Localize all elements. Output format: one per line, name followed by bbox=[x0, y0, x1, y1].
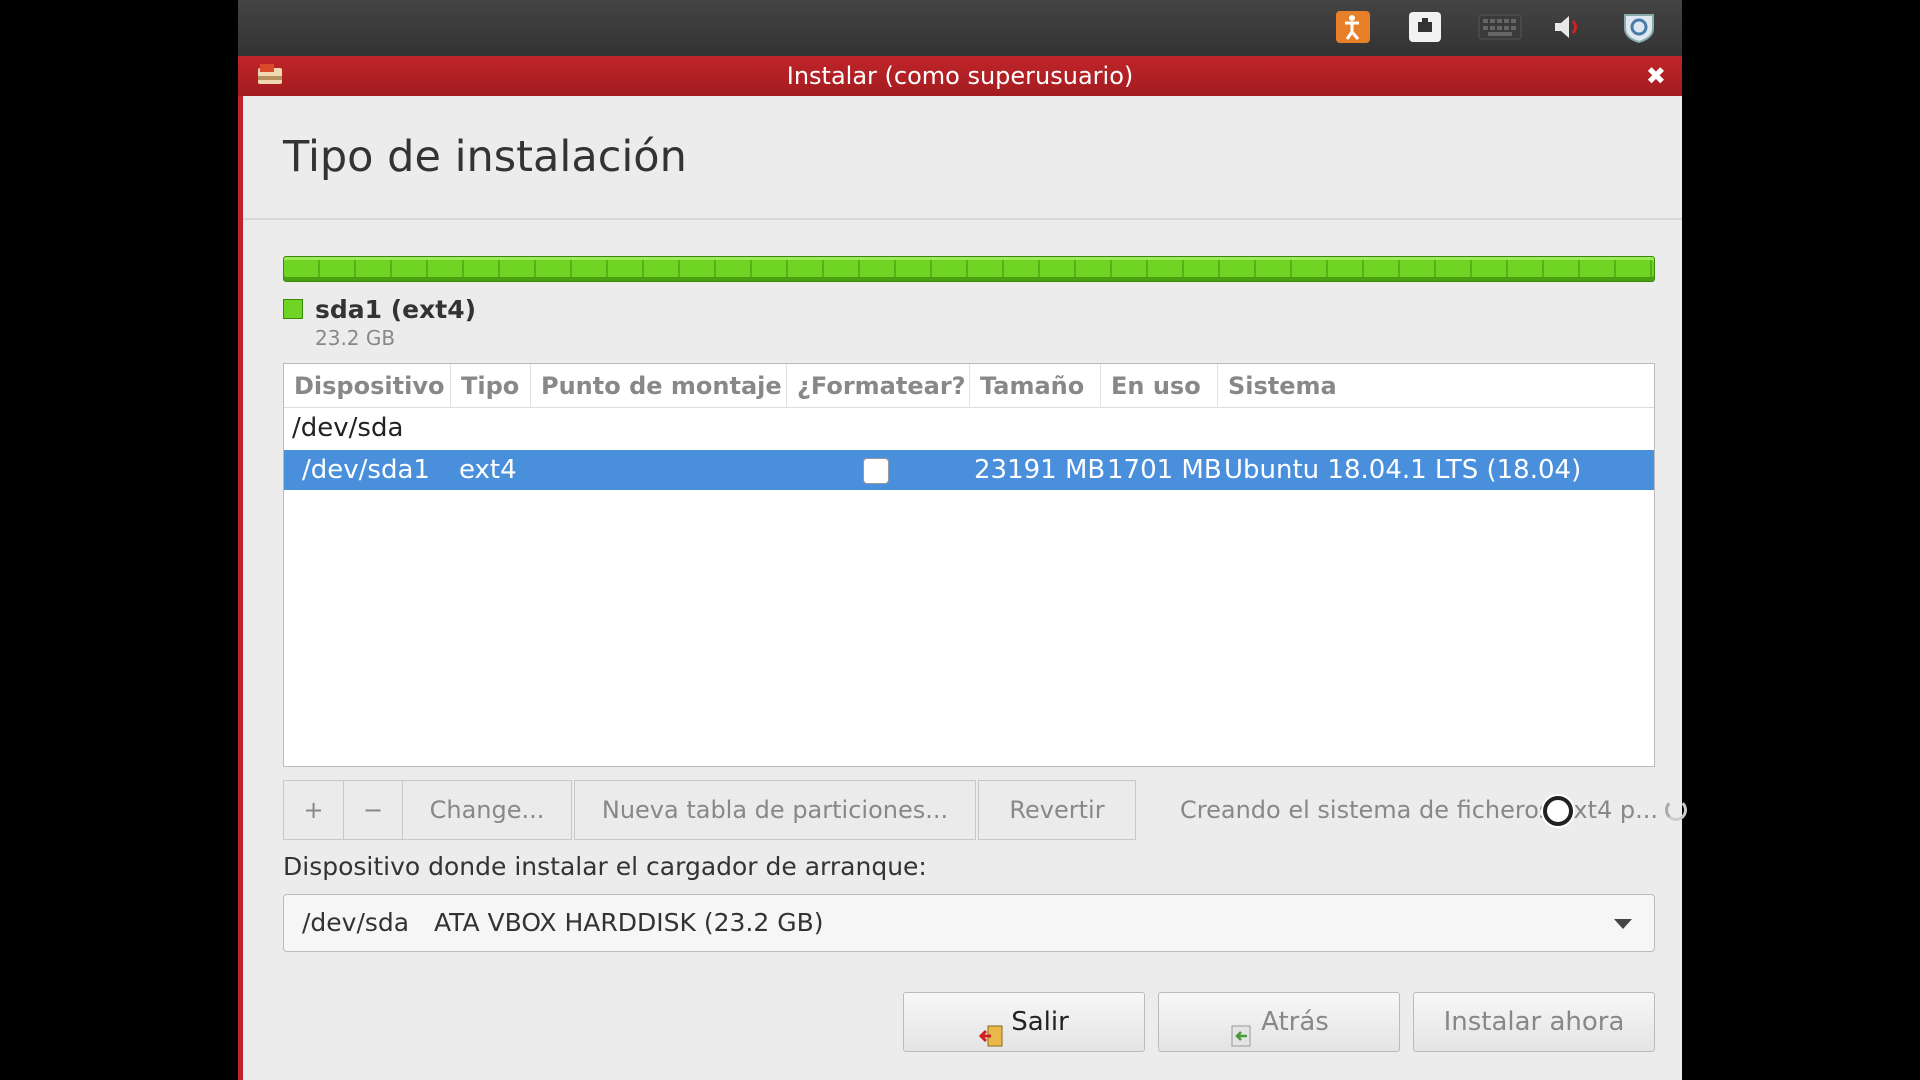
quit-button[interactable]: Salir bbox=[903, 992, 1145, 1052]
back-button[interactable]: Atrás bbox=[1158, 992, 1400, 1052]
remove-partition-button[interactable]: − bbox=[343, 780, 403, 840]
power-icon[interactable] bbox=[1620, 9, 1658, 45]
keyboard-icon[interactable] bbox=[1478, 9, 1522, 45]
back-icon bbox=[1229, 1011, 1255, 1046]
change-partition-button[interactable]: Change... bbox=[402, 780, 572, 840]
bootloader-device-select[interactable]: /dev/sda ATA VBOX HARDDISK (23.2 GB) bbox=[283, 894, 1655, 952]
format-checkbox[interactable] bbox=[863, 458, 889, 484]
table-header: Dispositivo Tipo Punto de montaje ¿Forma… bbox=[284, 364, 1654, 408]
row-size: 23191 MB bbox=[974, 455, 1106, 485]
column-header-format[interactable]: ¿Formatear? bbox=[787, 364, 970, 408]
table-row-disk[interactable]: /dev/sda bbox=[284, 408, 1654, 448]
network-icon[interactable] bbox=[1406, 9, 1444, 45]
window-titlebar: Instalar (como superusuario) ✖ bbox=[238, 56, 1682, 96]
bootloader-label: Dispositivo donde instalar el cargador d… bbox=[283, 852, 927, 881]
page-header: Tipo de instalación bbox=[243, 96, 1682, 220]
new-partition-table-button[interactable]: Nueva tabla de particiones... bbox=[574, 780, 976, 840]
column-header-size[interactable]: Tamaño bbox=[970, 364, 1101, 408]
volume-icon[interactable] bbox=[1548, 9, 1586, 45]
table-row-selected[interactable]: /dev/sda1 ext4 23191 MB 1701 MB Ubuntu 1… bbox=[284, 450, 1654, 490]
add-partition-button[interactable]: + bbox=[283, 780, 344, 840]
row-type: ext4 bbox=[459, 455, 517, 485]
column-header-used[interactable]: En uso bbox=[1101, 364, 1218, 408]
close-icon[interactable]: ✖ bbox=[1646, 56, 1666, 96]
install-now-button[interactable]: Instalar ahora bbox=[1413, 992, 1655, 1052]
partition-legend-size: 23.2 GB bbox=[315, 326, 396, 350]
page-title: Tipo de instalación bbox=[283, 132, 687, 182]
chevron-down-icon bbox=[1614, 919, 1632, 929]
quit-label: Salir bbox=[1011, 1007, 1069, 1037]
column-header-device[interactable]: Dispositivo bbox=[284, 364, 451, 408]
partition-bar bbox=[283, 256, 1655, 282]
top-panel bbox=[238, 0, 1682, 56]
column-header-mount[interactable]: Punto de montaje bbox=[531, 364, 787, 408]
partition-legend-swatch bbox=[283, 299, 303, 319]
disk-device: /dev/sda bbox=[292, 413, 404, 443]
row-used: 1701 MB bbox=[1107, 455, 1222, 485]
column-header-type[interactable]: Tipo bbox=[451, 364, 531, 408]
accessibility-icon[interactable] bbox=[1334, 9, 1372, 45]
revert-button[interactable]: Revertir bbox=[978, 780, 1136, 840]
bootloader-device: /dev/sda bbox=[302, 908, 410, 937]
column-header-system[interactable]: Sistema bbox=[1218, 364, 1654, 408]
partition-legend-name: sda1 (ext4) bbox=[315, 295, 477, 324]
installer-window: Tipo de instalación sda1 (ext4) 23.2 GB … bbox=[238, 96, 1687, 1080]
spinner-icon bbox=[1665, 799, 1687, 821]
back-label: Atrás bbox=[1261, 1007, 1329, 1037]
bootloader-description: ATA VBOX HARDDISK (23.2 GB) bbox=[434, 908, 824, 937]
status-text: Creando el sistema de ficheros ext4 p... bbox=[1180, 796, 1659, 824]
partition-table[interactable]: Dispositivo Tipo Punto de montaje ¿Forma… bbox=[283, 363, 1655, 767]
mouse-cursor-icon bbox=[1543, 796, 1573, 826]
row-system: Ubuntu 18.04.1 LTS (18.04) bbox=[1224, 455, 1582, 485]
window-title: Instalar (como superusuario) bbox=[786, 62, 1134, 90]
row-device: /dev/sda1 bbox=[302, 455, 430, 485]
exit-icon bbox=[979, 1011, 1005, 1046]
